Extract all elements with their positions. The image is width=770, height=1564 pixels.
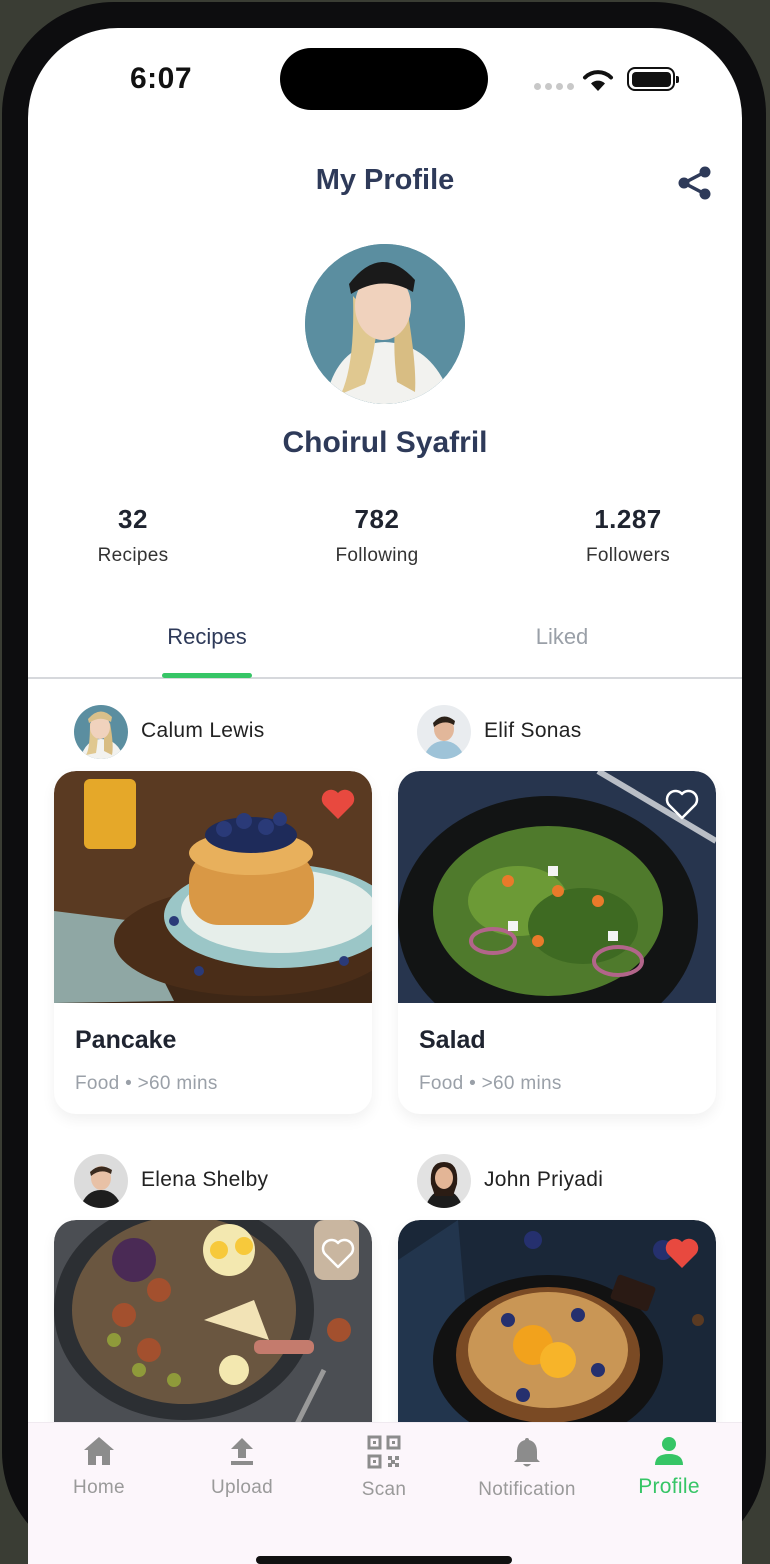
nav-label: Notification [478, 1479, 576, 1500]
author-name[interactable]: Calum Lewis [141, 719, 265, 743]
share-icon[interactable] [676, 164, 714, 202]
recipe-image [398, 1220, 716, 1452]
recipe-card[interactable]: Pancake Food • >60 mins [54, 771, 372, 1114]
profile-name: Choirul Syafril [282, 426, 488, 459]
stat-label: Recipes [97, 545, 169, 566]
stat-recipes[interactable]: 32 Recipes [43, 504, 223, 567]
recipe-image [398, 771, 716, 1003]
home-indicator [256, 1556, 512, 1564]
bell-icon [514, 1438, 540, 1467]
upload-icon [231, 1438, 253, 1465]
stat-value: 1.287 [594, 504, 662, 534]
nav-label: Profile [638, 1475, 700, 1498]
battery-icon [627, 67, 679, 91]
stat-following[interactable]: 782 Following [287, 504, 467, 567]
author-avatar[interactable] [74, 1154, 128, 1208]
tab-liked[interactable]: Liked [462, 624, 662, 650]
recipe-category: Food [75, 1073, 120, 1094]
author-name[interactable]: John Priyadi [484, 1168, 603, 1192]
nav-notification[interactable]: Notification [456, 1435, 598, 1501]
qr-scan-icon [367, 1435, 401, 1469]
author-name[interactable]: Elif Sonas [484, 719, 582, 743]
stat-value: 782 [354, 504, 400, 534]
stat-label: Following [335, 545, 419, 566]
heart-outline-icon[interactable] [320, 1236, 356, 1270]
bottom-nav: Home Upload Scan Notification Profile [28, 1422, 742, 1564]
nav-scan[interactable]: Scan [313, 1435, 455, 1501]
meta-separator: • [125, 1073, 133, 1094]
heart-filled-icon[interactable] [664, 1236, 700, 1270]
signal-icon [534, 83, 574, 90]
recipe-card[interactable]: Salad Food • >60 mins [398, 771, 716, 1114]
profile-avatar[interactable] [305, 244, 465, 404]
heart-filled-icon[interactable] [320, 787, 356, 821]
recipe-meta: Food • >60 mins [75, 1073, 218, 1095]
phone-frame: 6:07 My Profile Choirul Syafril 32 Recip… [2, 2, 766, 1564]
page-title: My Profile [315, 164, 455, 196]
nav-label: Scan [361, 1479, 407, 1500]
author-name[interactable]: Elena Shelby [141, 1168, 268, 1192]
stat-value: 32 [118, 504, 148, 534]
meta-separator: • [469, 1073, 477, 1094]
recipe-duration: >60 mins [481, 1073, 562, 1094]
stat-followers[interactable]: 1.287 Followers [538, 504, 718, 567]
recipe-category: Food [419, 1073, 464, 1094]
screen: 6:07 My Profile Choirul Syafril 32 Recip… [28, 28, 742, 1564]
status-time: 6:07 [130, 62, 193, 95]
recipe-image [54, 1220, 372, 1452]
nav-profile[interactable]: Profile [598, 1435, 740, 1499]
tab-indicator [162, 673, 252, 678]
recipe-title: Pancake [75, 1026, 177, 1054]
nav-label: Home [73, 1477, 125, 1498]
author-avatar[interactable] [417, 1154, 471, 1208]
recipe-image [54, 771, 372, 1003]
nav-home[interactable]: Home [28, 1435, 170, 1499]
person-icon [655, 1437, 683, 1465]
home-icon [84, 1437, 114, 1465]
recipe-meta: Food • >60 mins [419, 1073, 562, 1095]
wifi-icon [583, 70, 613, 91]
stat-label: Followers [586, 545, 670, 566]
recipe-duration: >60 mins [137, 1073, 218, 1094]
author-avatar[interactable] [74, 705, 128, 759]
tab-recipes[interactable]: Recipes [107, 624, 307, 650]
dynamic-island [280, 48, 488, 110]
nav-label: Upload [210, 1477, 273, 1498]
heart-outline-icon[interactable] [664, 787, 700, 821]
recipe-title: Salad [419, 1026, 486, 1054]
nav-upload[interactable]: Upload [171, 1435, 313, 1499]
author-avatar[interactable] [417, 705, 471, 759]
tab-divider [28, 677, 742, 679]
